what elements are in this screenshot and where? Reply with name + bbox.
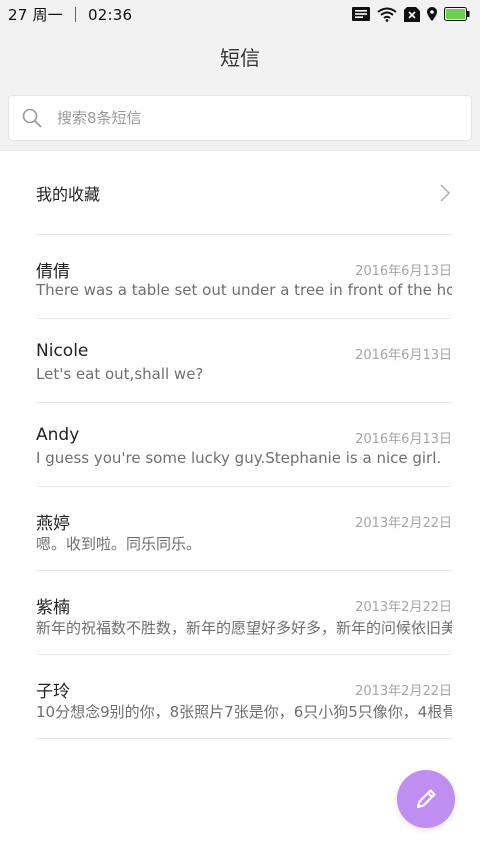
message-date: 2016年6月13日 [355, 264, 452, 279]
status-bar: 27 周一 ｜ 02:36 [0, 0, 480, 28]
message-date: 2013年2月22日 [355, 600, 452, 615]
message-preview: 嗯。收到啦。同乐同乐。 [36, 535, 202, 553]
message-date: 2016年6月13日 [355, 432, 452, 447]
page-title: 短信 [220, 46, 260, 70]
compose-button[interactable] [397, 770, 455, 828]
conversation-list: 倩倩 2016年6月13日 There was a table set out … [36, 235, 452, 739]
search-area [0, 85, 480, 151]
status-time: 27 周一 ｜ 02:36 [8, 5, 133, 24]
contact-name: Nicole [36, 341, 89, 361]
contact-name: 倩倩 [36, 262, 70, 282]
sim-disabled-icon [404, 6, 420, 22]
search-input[interactable] [57, 109, 437, 127]
favorites-label: 我的收藏 [36, 184, 101, 204]
message-date: 2013年2月22日 [355, 684, 452, 699]
contact-name: 子玲 [36, 682, 70, 702]
conversation-item[interactable]: Nicole 2016年6月13日 Let's eat out,shall we… [36, 319, 452, 403]
message-date: 2016年6月13日 [355, 348, 452, 363]
wifi-icon [377, 7, 397, 22]
conversation-item[interactable]: 子玲 2013年2月22日 10分想念9别的你，8张照片7张是你，6只小狗5只像… [36, 655, 452, 739]
message-date: 2013年2月22日 [355, 516, 452, 531]
contact-name: Andy [36, 425, 80, 445]
message-preview: Let's eat out,shall we? [36, 365, 204, 383]
status-icons [352, 6, 470, 22]
favorites-row[interactable]: 我的收藏 [36, 151, 452, 235]
message-preview: 10分想念9别的你，8张照片7张是你，6只小狗5只像你，4根骨... [36, 703, 452, 721]
message-notification-icon [352, 7, 370, 21]
battery-icon [444, 7, 470, 21]
conversation-item[interactable]: 倩倩 2016年6月13日 There was a table set out … [36, 235, 452, 319]
contact-name: 燕婷 [36, 514, 70, 534]
contact-name: 紫楠 [36, 598, 70, 618]
conversation-item[interactable]: 燕婷 2013年2月22日 嗯。收到啦。同乐同乐。 [36, 487, 452, 571]
location-icon [427, 7, 437, 21]
compose-pencil-icon [416, 789, 436, 809]
message-preview: 新年的祝福数不胜数，新年的愿望好多好多，新年的问候依旧美... [36, 619, 452, 637]
conversation-item[interactable]: 紫楠 2013年2月22日 新年的祝福数不胜数，新年的愿望好多好多，新年的问候依… [36, 571, 452, 655]
search-box[interactable] [8, 95, 472, 141]
chevron-right-icon [440, 183, 451, 202]
message-preview: I guess you're some lucky guy.Stephanie … [36, 449, 442, 467]
conversation-item[interactable]: Andy 2016年6月13日 I guess you're some luck… [36, 403, 452, 487]
header: 短信 [0, 28, 480, 85]
message-preview: There was a table set out under a tree i… [36, 281, 452, 299]
search-icon [22, 108, 42, 128]
